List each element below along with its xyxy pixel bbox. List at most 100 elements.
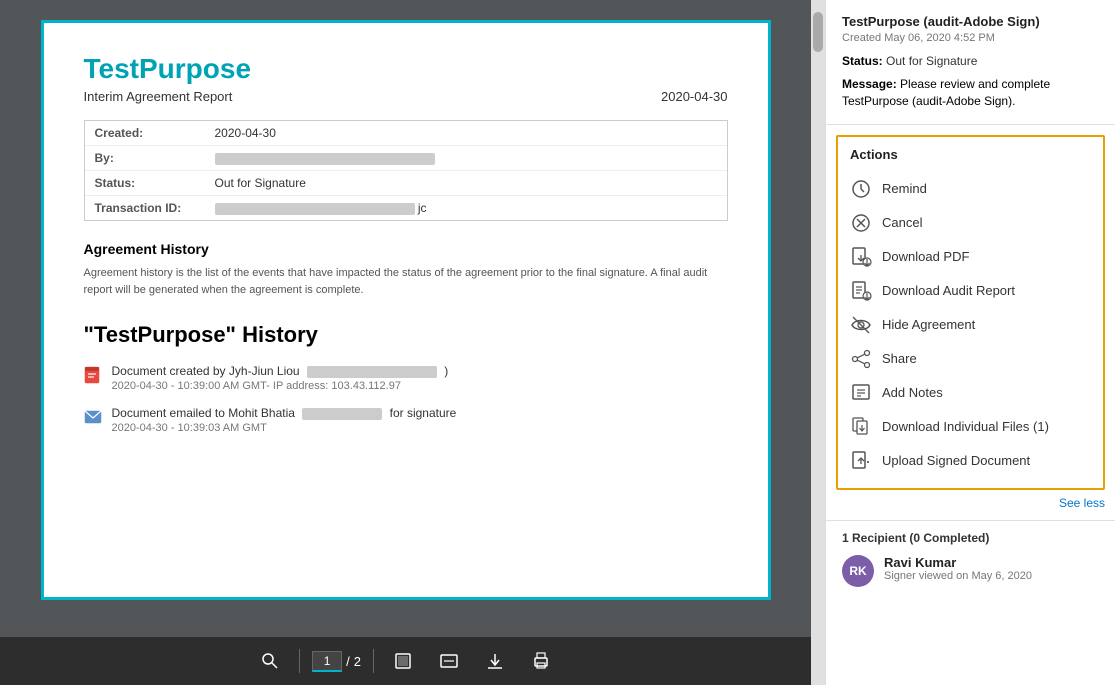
remind-label: Remind xyxy=(882,181,927,196)
recipients-section: 1 Recipient (0 Completed) RK Ravi Kumar … xyxy=(826,520,1115,597)
right-panel: TestPurpose (audit-Adobe Sign) Created M… xyxy=(825,0,1115,685)
history-section-title: "TestPurpose" History xyxy=(84,322,728,348)
created-value: 2020-04-30 xyxy=(215,126,276,140)
history-item-1-date: 2020-04-30 - 10:39:03 AM GMT xyxy=(112,422,457,434)
by-label: By: xyxy=(95,151,215,165)
by-blurred xyxy=(215,153,435,165)
see-less-link[interactable]: See less xyxy=(826,490,1115,512)
notes-icon xyxy=(850,382,872,404)
actions-title: Actions xyxy=(850,147,1091,162)
doc-info-table: Created: 2020-04-30 By: Status: Out for … xyxy=(84,120,728,221)
doc-info-created: Created: 2020-04-30 xyxy=(85,121,727,146)
history-item-0-content: Document created by Jyh-Jiun Liou ) 2020… xyxy=(112,364,449,392)
right-panel-header: TestPurpose (audit-Adobe Sign) Created M… xyxy=(826,0,1115,125)
hide-agreement-label: Hide Agreement xyxy=(882,317,975,332)
page-total: 2 xyxy=(354,654,361,669)
search-icon xyxy=(261,652,279,670)
recipient-item: RK Ravi Kumar Signer viewed on May 6, 20… xyxy=(842,555,1099,587)
add-notes-action[interactable]: Add Notes xyxy=(850,376,1091,410)
clock-icon xyxy=(850,178,872,200)
doc-info-transaction: Transaction ID: jc xyxy=(85,196,727,220)
cancel-action[interactable]: Cancel xyxy=(850,206,1091,240)
history-1-blurred xyxy=(302,408,382,420)
status-label: Status: xyxy=(842,54,883,68)
status-row: Status: Out for Signature xyxy=(842,54,1099,68)
history-item-0-date: 2020-04-30 - 10:39:00 AM GMT- IP address… xyxy=(112,380,449,392)
doc-info-status: Status: Out for Signature xyxy=(85,171,727,196)
search-button[interactable] xyxy=(253,648,287,674)
document-page: TestPurpose Interim Agreement Report 202… xyxy=(41,20,771,600)
print-icon xyxy=(532,652,550,670)
agreement-title: TestPurpose (audit-Adobe Sign) xyxy=(842,14,1099,29)
agreement-history-desc: Agreement history is the list of the eve… xyxy=(84,265,728,298)
fit-page-button[interactable] xyxy=(386,648,420,674)
history-item-1: Document emailed to Mohit Bhatia for sig… xyxy=(84,406,728,434)
doc-date: 2020-04-30 xyxy=(661,89,728,104)
fit-width-button[interactable] xyxy=(432,648,466,674)
hide-agreement-action[interactable]: Hide Agreement xyxy=(850,308,1091,342)
history-item-0-title: Document created by Jyh-Jiun Liou ) xyxy=(112,364,449,378)
message-row: Message: Please review and complete Test… xyxy=(842,76,1099,110)
recipient-name: Ravi Kumar xyxy=(884,555,1032,570)
fit-width-icon xyxy=(440,652,458,670)
share-label: Share xyxy=(882,351,917,366)
doc-subtitle-row: Interim Agreement Report 2020-04-30 xyxy=(84,89,728,104)
cancel-icon xyxy=(850,212,872,234)
download-audit-action[interactable]: Download Audit Report xyxy=(850,274,1091,308)
download-audit-label: Download Audit Report xyxy=(882,283,1015,298)
status-value: Out for Signature xyxy=(886,54,977,68)
upload-signed-label: Upload Signed Document xyxy=(882,453,1030,468)
toolbar-divider-1 xyxy=(299,649,300,673)
doc-subtitle: Interim Agreement Report xyxy=(84,89,233,104)
recipient-info: Ravi Kumar Signer viewed on May 6, 2020 xyxy=(884,555,1032,582)
fit-page-icon xyxy=(394,652,412,670)
toolbar-divider-2 xyxy=(373,649,374,673)
recipient-status: Signer viewed on May 6, 2020 xyxy=(884,570,1032,582)
transaction-blurred xyxy=(215,203,415,215)
download-icon xyxy=(486,652,504,670)
document-viewer: TestPurpose Interim Agreement Report 202… xyxy=(0,0,811,685)
history-0-blurred xyxy=(307,366,437,378)
print-button[interactable] xyxy=(524,648,558,674)
share-action[interactable]: Share xyxy=(850,342,1091,376)
upload-signed-action[interactable]: Upload Signed Document xyxy=(850,444,1091,478)
download-files-action[interactable]: Download Individual Files (1) xyxy=(850,410,1091,444)
doc-title: TestPurpose xyxy=(84,53,728,85)
message-label: Message: xyxy=(842,77,897,91)
recipient-avatar: RK xyxy=(842,555,874,587)
history-item-0: Document created by Jyh-Jiun Liou ) 2020… xyxy=(84,364,728,392)
doc-created-icon xyxy=(84,366,102,384)
transaction-value: jc xyxy=(215,201,427,215)
add-notes-label: Add Notes xyxy=(882,385,943,400)
scroll-bar[interactable] xyxy=(811,0,825,685)
history-item-1-title: Document emailed to Mohit Bhatia for sig… xyxy=(112,406,457,420)
page-separator: / xyxy=(346,654,350,669)
status-value: Out for Signature xyxy=(215,176,306,190)
upload-icon xyxy=(850,450,872,472)
download-files-label: Download Individual Files (1) xyxy=(882,419,1049,434)
download-pdf-label: Download PDF xyxy=(882,249,969,264)
history-item-1-content: Document emailed to Mohit Bhatia for sig… xyxy=(112,406,457,434)
doc-toolbar: / 2 xyxy=(0,637,811,685)
hide-icon xyxy=(850,314,872,336)
doc-info-by: By: xyxy=(85,146,727,171)
page-input-group: / 2 xyxy=(312,651,361,672)
download-files-icon xyxy=(850,416,872,438)
actions-panel: Actions Remind Cancel xyxy=(836,135,1105,490)
recipients-title: 1 Recipient (0 Completed) xyxy=(842,531,1099,545)
doc-emailed-icon xyxy=(84,408,102,426)
agreement-created-date: Created May 06, 2020 4:52 PM xyxy=(842,32,1099,44)
transaction-label: Transaction ID: xyxy=(95,201,215,215)
scroll-thumb[interactable] xyxy=(813,12,823,52)
remind-action[interactable]: Remind xyxy=(850,172,1091,206)
by-value xyxy=(215,151,435,165)
share-icon xyxy=(850,348,872,370)
document-container: TestPurpose Interim Agreement Report 202… xyxy=(0,0,811,637)
download-audit-icon xyxy=(850,280,872,302)
status-label: Status: xyxy=(95,176,215,190)
download-pdf-action[interactable]: Download PDF xyxy=(850,240,1091,274)
created-label: Created: xyxy=(95,126,215,140)
recipient-initials: RK xyxy=(849,564,866,578)
download-button[interactable] xyxy=(478,648,512,674)
page-number-input[interactable] xyxy=(312,651,342,672)
